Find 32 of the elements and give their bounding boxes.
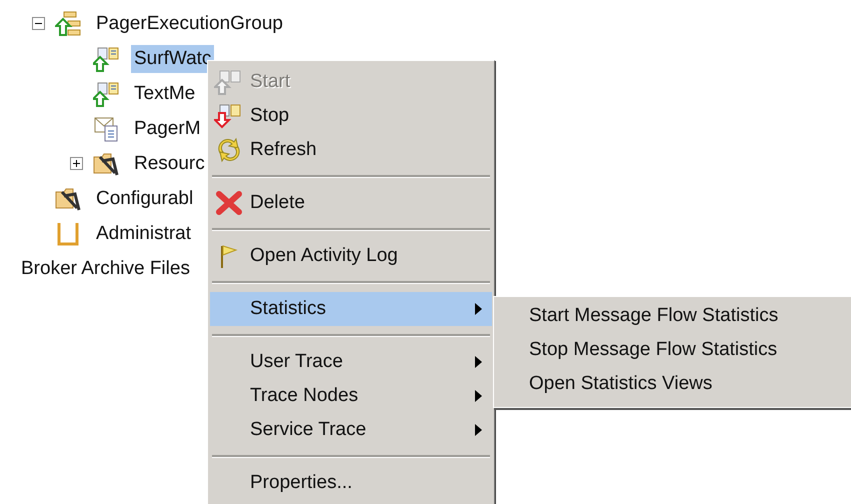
tree-item[interactable]: TextMe: [131, 80, 198, 108]
menu-item[interactable]: Start Message Flow Statistics: [494, 299, 851, 333]
tree-item[interactable]: Broker Archive Files: [18, 254, 193, 282]
menu-item[interactable]: Refresh: [210, 133, 492, 167]
submenu-arrow-icon: [475, 356, 482, 368]
menu-item[interactable]: Open Activity Log: [210, 239, 492, 273]
group-icon: [55, 10, 83, 36]
tree-item[interactable]: Configurabl: [93, 184, 196, 212]
folder-tools-icon: [93, 150, 121, 176]
folder-tools-icon: [55, 186, 83, 212]
menu-item[interactable]: Properties...: [210, 466, 492, 500]
menu-item[interactable]: User Trace: [210, 345, 492, 379]
expander-box[interactable]: [32, 17, 45, 30]
tree-item[interactable]: SurfWatc: [131, 44, 214, 72]
menu-item[interactable]: Delete: [210, 186, 492, 220]
tree-item[interactable]: Resourc: [131, 150, 208, 178]
menu-item[interactable]: Statistics: [210, 292, 492, 326]
submenu-arrow-icon: [475, 390, 482, 402]
submenu-arrow-icon: [475, 424, 482, 436]
menu-item[interactable]: Trace Nodes: [210, 379, 492, 413]
tree-item[interactable]: PagerExecutionGroup: [93, 10, 286, 38]
menu-item[interactable]: Stop Message Flow Statistics: [494, 333, 851, 367]
tree-item[interactable]: PagerM: [131, 114, 204, 142]
tree-item[interactable]: Administrat: [93, 220, 194, 248]
flow-icon: [93, 80, 121, 106]
flow-icon: [93, 46, 121, 72]
expander-box[interactable]: [70, 157, 83, 170]
delete-icon: [214, 190, 244, 216]
menu-item[interactable]: Stop: [210, 99, 492, 133]
menu-item[interactable]: Open Statistics Views: [494, 367, 851, 401]
menu-item[interactable]: Service Trace: [210, 413, 492, 447]
submenu-arrow-icon: [475, 303, 482, 315]
